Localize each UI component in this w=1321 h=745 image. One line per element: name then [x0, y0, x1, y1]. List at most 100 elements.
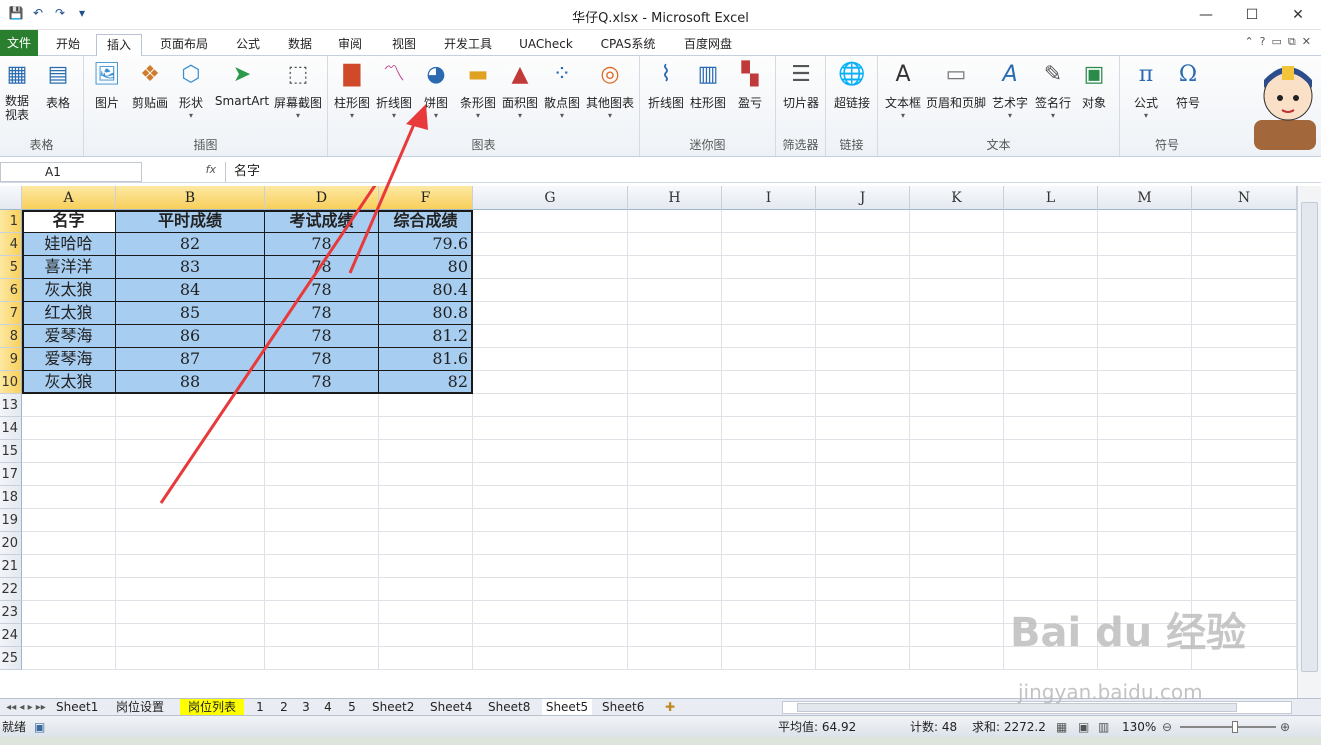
row-header[interactable]: 24 — [0, 624, 22, 647]
table-cell[interactable]: 82 — [116, 233, 265, 256]
col-header-b[interactable]: B — [116, 186, 265, 210]
line-chart-button[interactable]: 〽 折线图 ▾ — [374, 60, 414, 121]
empty-cell[interactable] — [816, 371, 910, 394]
hyperlink-button[interactable]: 🌐 超链接 — [830, 60, 874, 111]
empty-cell[interactable] — [22, 394, 116, 417]
table-header-cell[interactable]: 综合成绩 — [379, 210, 473, 233]
empty-cell[interactable] — [1004, 279, 1098, 302]
table-cell[interactable]: 80.8 — [379, 302, 473, 325]
empty-cell[interactable] — [816, 463, 910, 486]
table-cell[interactable]: 79.6 — [379, 233, 473, 256]
empty-cell[interactable] — [628, 624, 722, 647]
empty-cell[interactable] — [628, 463, 722, 486]
empty-cell[interactable] — [910, 463, 1004, 486]
empty-cell[interactable] — [816, 601, 910, 624]
sheet-tab[interactable]: Sheet1 — [54, 699, 100, 716]
table-cell[interactable]: 81.6 — [379, 348, 473, 371]
empty-cell[interactable] — [722, 555, 816, 578]
tab-cpas[interactable]: CPAS系统 — [592, 34, 664, 56]
row-header[interactable]: 23 — [0, 601, 22, 624]
empty-cell[interactable] — [1004, 463, 1098, 486]
empty-cell[interactable] — [910, 279, 1004, 302]
empty-cell[interactable] — [379, 601, 473, 624]
empty-cell[interactable] — [1004, 532, 1098, 555]
empty-cell[interactable] — [910, 647, 1004, 670]
empty-cell[interactable] — [22, 578, 116, 601]
empty-cell[interactable] — [379, 486, 473, 509]
empty-cell[interactable] — [22, 647, 116, 670]
empty-cell[interactable] — [379, 624, 473, 647]
empty-cell[interactable] — [22, 555, 116, 578]
tab-home[interactable]: 开始 — [48, 34, 88, 56]
empty-cell[interactable] — [910, 578, 1004, 601]
empty-cell[interactable] — [628, 509, 722, 532]
table-cell[interactable]: 80.4 — [379, 279, 473, 302]
empty-cell[interactable] — [1192, 440, 1297, 463]
empty-cell[interactable] — [628, 578, 722, 601]
help-icon[interactable]: ? — [1260, 35, 1266, 49]
empty-cell[interactable] — [379, 532, 473, 555]
sheet-tab[interactable]: 1 — [252, 699, 268, 716]
sheet-tab[interactable]: 5 — [344, 699, 360, 716]
empty-cell[interactable] — [116, 624, 265, 647]
empty-cell[interactable] — [722, 578, 816, 601]
empty-cell[interactable] — [722, 532, 816, 555]
table-cell[interactable]: 红太狼 — [22, 302, 116, 325]
empty-cell[interactable] — [1004, 348, 1098, 371]
empty-cell[interactable] — [628, 394, 722, 417]
empty-cell[interactable] — [473, 371, 628, 394]
empty-cell[interactable] — [22, 463, 116, 486]
tab-insert[interactable]: 插入 — [96, 34, 142, 57]
row-header[interactable]: 19 — [0, 509, 22, 532]
table-cell[interactable]: 78 — [265, 348, 379, 371]
row-header[interactable]: 17 — [0, 463, 22, 486]
sheet-tab-active[interactable]: Sheet5 — [542, 699, 592, 716]
sheet-tab[interactable]: 2 — [276, 699, 292, 716]
table-cell[interactable]: 78 — [265, 302, 379, 325]
scroll-thumb[interactable] — [1301, 202, 1318, 672]
table-cell[interactable]: 86 — [116, 325, 265, 348]
empty-cell[interactable] — [816, 279, 910, 302]
empty-cell[interactable] — [473, 233, 628, 256]
empty-cell[interactable] — [628, 325, 722, 348]
empty-cell[interactable] — [379, 647, 473, 670]
col-header-f[interactable]: F — [379, 186, 473, 210]
empty-cell[interactable] — [1192, 210, 1297, 233]
table-cell[interactable]: 82 — [379, 371, 473, 394]
empty-cell[interactable] — [1192, 463, 1297, 486]
empty-cell[interactable] — [1098, 417, 1192, 440]
empty-cell[interactable] — [265, 624, 379, 647]
tab-developer[interactable]: 开发工具 — [436, 34, 500, 56]
col-header-i[interactable]: I — [722, 186, 816, 210]
row-header[interactable]: 25 — [0, 647, 22, 670]
col-header-d[interactable]: D — [265, 186, 379, 210]
row-header[interactable]: 13 — [0, 394, 22, 417]
tab-review[interactable]: 审阅 — [330, 34, 370, 56]
empty-cell[interactable] — [1192, 302, 1297, 325]
col-header-m[interactable]: M — [1098, 186, 1192, 210]
table-cell[interactable]: 灰太狼 — [22, 371, 116, 394]
empty-cell[interactable] — [816, 555, 910, 578]
empty-cell[interactable] — [473, 256, 628, 279]
empty-cell[interactable] — [22, 486, 116, 509]
empty-cell[interactable] — [910, 348, 1004, 371]
empty-cell[interactable] — [816, 647, 910, 670]
empty-cell[interactable] — [473, 210, 628, 233]
empty-cell[interactable] — [628, 233, 722, 256]
empty-cell[interactable] — [1098, 509, 1192, 532]
empty-cell[interactable] — [1004, 440, 1098, 463]
empty-cell[interactable] — [910, 256, 1004, 279]
empty-cell[interactable] — [116, 417, 265, 440]
empty-cell[interactable] — [910, 601, 1004, 624]
empty-cell[interactable] — [722, 348, 816, 371]
empty-cell[interactable] — [1004, 210, 1098, 233]
empty-cell[interactable] — [816, 348, 910, 371]
tab-data[interactable]: 数据 — [280, 34, 320, 56]
empty-cell[interactable] — [910, 302, 1004, 325]
empty-cell[interactable] — [1098, 210, 1192, 233]
row-header[interactable]: 22 — [0, 578, 22, 601]
empty-cell[interactable] — [116, 440, 265, 463]
empty-cell[interactable] — [473, 486, 628, 509]
empty-cell[interactable] — [116, 578, 265, 601]
vertical-scrollbar[interactable] — [1297, 186, 1321, 698]
